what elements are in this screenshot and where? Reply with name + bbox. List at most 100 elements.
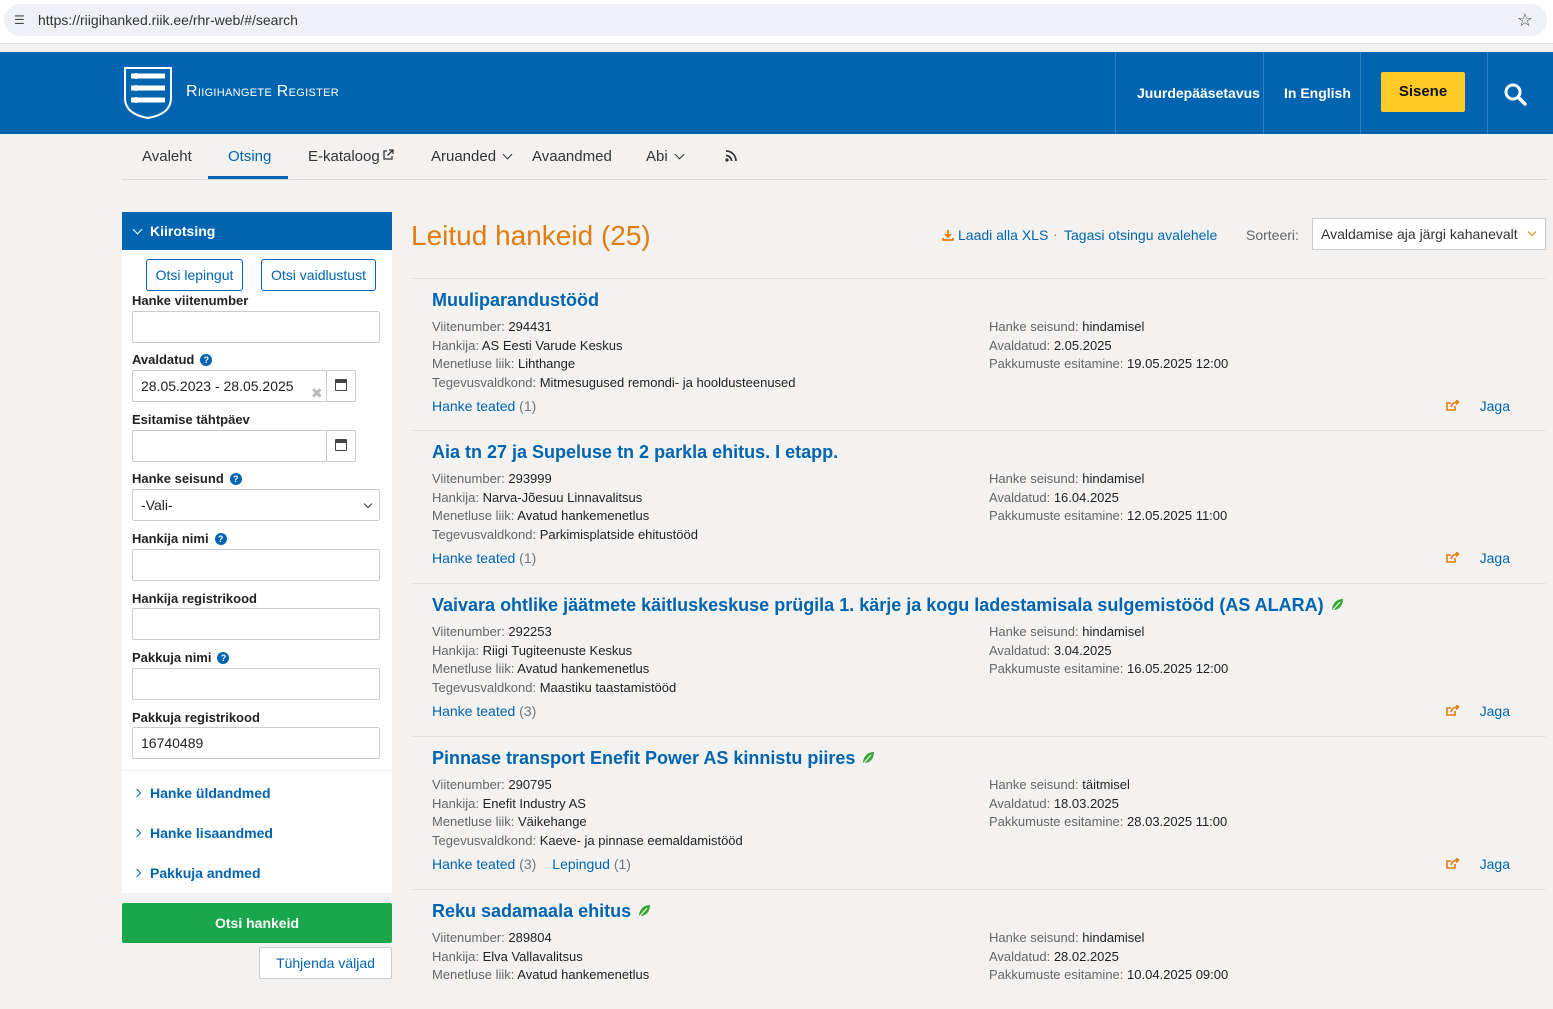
help-icon[interactable]: ? <box>214 533 227 545</box>
procedure-type-value: Avatud hankemenetlus <box>517 967 650 982</box>
published-date-label: Avaldatud: <box>989 337 1054 353</box>
accordion-additional[interactable]: Hanke lisaandmed <box>132 825 273 841</box>
chevron-right-icon <box>132 868 142 878</box>
reference-number: Viitenumber: 292253 <box>432 623 676 642</box>
result-meta-left: Viitenumber: 290795 Hankija: Enefit Indus… <box>432 776 743 850</box>
reference-number-value: 292253 <box>508 624 552 639</box>
accordion-bidder[interactable]: Pakkuja andmed <box>132 865 261 881</box>
share-label: Jaga <box>1479 550 1510 566</box>
url-text[interactable]: https://riigihanked.riik.ee/rhr-web/#/se… <box>38 12 298 28</box>
nav-otsing[interactable]: Otsing <box>228 148 271 165</box>
notices-link[interactable]: Hanke teated (3) <box>432 703 536 719</box>
share-link[interactable]: Jaga <box>1445 550 1510 566</box>
nav-ekataloog-label: E-kataloog <box>308 148 380 165</box>
activity-field: Tegevusvaldkond: Parkimisplatside ehitus… <box>432 526 698 545</box>
procurement-state-label: Hanke seisund: <box>989 624 1083 639</box>
activity-field: Tegevusvaldkond: Mitmesugused remondi- j… <box>432 374 796 393</box>
ref-number-input[interactable] <box>132 311 380 343</box>
bookmark-star-icon[interactable]: ☆ <box>1517 10 1533 31</box>
contracts-link[interactable]: Lepingud (1) <box>552 856 631 872</box>
help-icon[interactable]: ? <box>217 652 230 664</box>
nav-abi[interactable]: Abi <box>646 148 685 165</box>
rss-icon[interactable] <box>725 149 738 162</box>
calendar-button[interactable] <box>326 370 356 402</box>
result-card: Vaivara ohtlike jäätmete käitluskeskuse … <box>412 583 1546 735</box>
bids-deadline: Pakkumuste esitamine: 12.05.2025 11:00 <box>989 507 1227 526</box>
buyer-label: Hankija: <box>432 642 483 658</box>
nav-avaandmed[interactable]: Avaandmed <box>532 148 612 165</box>
sort-select-value: Avaldamise aja järgi kahanevalt <box>1321 226 1518 242</box>
procedure-type-label: Menetluse liik: <box>432 661 518 676</box>
published-date: Avaldatud: 16.04.2025 <box>989 489 1227 508</box>
coat-of-arms-logo[interactable] <box>121 64 175 120</box>
published-date-value: 16.04.2025 <box>1053 489 1119 505</box>
buyer: Hankija: AS Eesti Varude Keskus <box>432 337 796 356</box>
procedure-type-value: Avatud hankemenetlus <box>517 661 650 676</box>
bids-deadline: Pakkumuste esitamine: 10.04.2025 09:00 <box>989 966 1228 985</box>
reference-number-label: Viitenumber: <box>432 777 509 792</box>
site-settings-icon[interactable]: ☰ <box>14 13 30 27</box>
reference-number-value: 289804 <box>508 930 552 945</box>
state-select[interactable]: -Vali- <box>132 489 380 521</box>
share-link[interactable]: Jaga <box>1445 398 1510 414</box>
sort-select[interactable]: Avaldamise aja järgi kahanevalt <box>1312 218 1546 250</box>
search-contract-button[interactable]: Otsi lepingut <box>146 259 243 291</box>
bidder-name-input[interactable] <box>132 668 380 700</box>
search-icon[interactable] <box>1503 82 1527 106</box>
buyer-value: Elva Vallavalitsus <box>482 948 583 964</box>
deadline-date-input[interactable] <box>132 430 326 462</box>
result-title-link[interactable]: Muuliparandustööd <box>432 290 599 311</box>
reference-number: Viitenumber: 290795 <box>432 776 743 795</box>
buyer: Hankija: Narva-Jõesuu Linnavalitsus <box>432 489 698 508</box>
result-title-link[interactable]: Pinnase transport Enefit Power AS kinnis… <box>432 748 875 769</box>
accordion-general[interactable]: Hanke üldandmed <box>132 785 271 801</box>
nav-aruanded[interactable]: Aruanded <box>431 148 513 165</box>
activity-field-label: Tegevusvaldkond: <box>432 832 540 848</box>
notices-link[interactable]: Hanke teated (1) <box>432 398 536 414</box>
nav-avaleht[interactable]: Avaleht <box>142 148 192 165</box>
published-date-value: 28.05.2023 - 28.05.2025 <box>141 378 294 394</box>
result-card: Aia tn 27 ja Supeluse tn 2 parkla ehitus… <box>412 430 1546 582</box>
address-bar[interactable]: ☰ https://riigihanked.riik.ee/rhr-web/#/… <box>4 4 1547 36</box>
back-to-search-link[interactable]: Tagasi otsingu avalehele <box>1064 227 1217 243</box>
quick-search-panel: Kiirotsing Otsi lepingut Otsi vaidlustus… <box>122 212 392 893</box>
search-dispute-button[interactable]: Otsi vaidlustust <box>261 259 376 291</box>
notices-link[interactable]: Hanke teated (3) <box>432 856 536 872</box>
login-button[interactable]: Sisene <box>1381 72 1465 112</box>
english-link[interactable]: In English <box>1284 52 1351 134</box>
quick-search-title: Kiirotsing <box>150 223 216 239</box>
result-title-link[interactable]: Vaivara ohtlike jäätmete käitluskeskuse … <box>432 595 1344 616</box>
buyer-name-input[interactable] <box>132 549 380 581</box>
results-title: Leitud hankeid (25) <box>411 220 651 252</box>
help-icon[interactable]: ? <box>229 473 242 485</box>
buyer-value: AS Eesti Varude Keskus <box>481 337 623 353</box>
published-date-input[interactable]: 28.05.2023 - 28.05.2025 ✖ <box>132 370 326 402</box>
notices-link[interactable]: Hanke teated (1) <box>432 550 536 566</box>
buyer-reg-input[interactable] <box>132 608 380 640</box>
download-xls-link[interactable]: Laadi alla XLS <box>942 227 1048 243</box>
chevron-down-icon <box>1527 227 1537 237</box>
buyer-label: Hankija: <box>432 489 483 505</box>
help-icon[interactable]: ? <box>200 354 213 366</box>
result-title-link[interactable]: Aia tn 27 ja Supeluse tn 2 parkla ehitus… <box>432 442 838 463</box>
published-date-value: 18.03.2025 <box>1053 795 1119 811</box>
result-meta-left: Viitenumber: 292253 Hankija: Riigi Tugite… <box>432 623 676 697</box>
share-link[interactable]: Jaga <box>1445 703 1510 719</box>
brand-title[interactable]: Riigihangete Register <box>186 83 339 101</box>
quick-search-header[interactable]: Kiirotsing <box>122 212 392 250</box>
calendar-button[interactable] <box>326 430 356 462</box>
search-procurements-button[interactable]: Otsi hankeid <box>122 903 392 943</box>
result-title-link[interactable]: Reku sadamaala ehitus <box>432 901 651 922</box>
nav-ekataloog[interactable]: E-kataloog <box>308 148 394 165</box>
header-divider <box>1263 52 1264 134</box>
share-icon <box>1445 858 1460 869</box>
procedure-type-value: Avatud hankemenetlus <box>517 508 650 523</box>
result-title-text: Vaivara ohtlike jäätmete käitluskeskuse … <box>432 595 1324 615</box>
share-link[interactable]: Jaga <box>1445 856 1510 872</box>
bidder-reg-input[interactable]: 16740489 <box>132 727 380 759</box>
clear-fields-button[interactable]: Tühjenda väljad <box>259 947 392 979</box>
clear-icon[interactable]: ✖ <box>311 378 323 408</box>
accessibility-link[interactable]: Juurdepääsetavus <box>1137 52 1260 134</box>
buyer-value: Riigi Tugiteenuste Keskus <box>482 642 633 658</box>
published-date: Avaldatud: 2.05.2025 <box>989 337 1228 356</box>
